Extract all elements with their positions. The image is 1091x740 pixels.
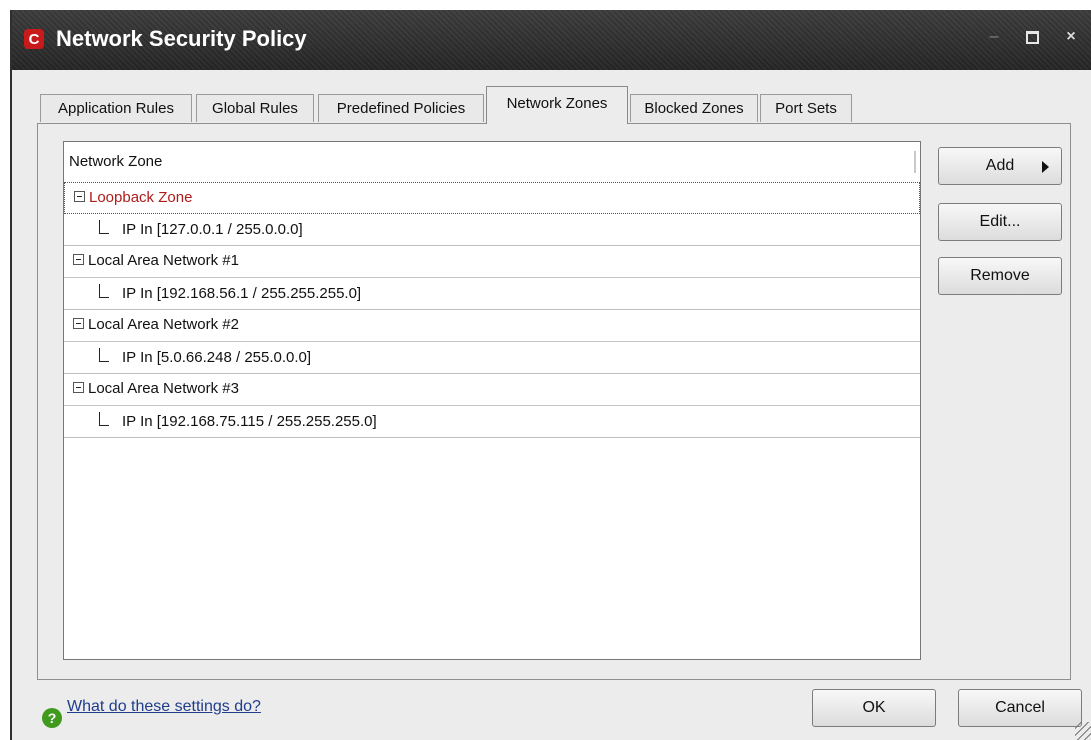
collapse-icon[interactable] [73, 382, 84, 393]
collapse-icon[interactable] [73, 254, 84, 265]
window-title: Network Security Policy [56, 26, 307, 51]
tree-branch-icon [99, 348, 109, 362]
network-zones-panel: Network Zone Loopback Zone IP In [127.0.… [37, 123, 1071, 680]
zone-name: Loopback Zone [89, 189, 193, 206]
top-strip [0, 0, 1091, 10]
tab-blocked-zones[interactable]: Blocked Zones [630, 94, 758, 122]
dialog-window: C Network Security Policy – × Applicatio… [10, 10, 1091, 740]
zone-ip-entry: IP In [5.0.66.248 / 255.0.0.0] [122, 349, 312, 366]
tab-port-sets[interactable]: Port Sets [760, 94, 852, 122]
zone-entry-row[interactable]: IP In [192.168.75.115 / 255.255.255.0] [64, 406, 920, 438]
tree-branch-icon [99, 284, 109, 298]
column-header-network-zone[interactable]: Network Zone [64, 142, 920, 182]
collapse-icon[interactable] [73, 318, 84, 329]
zone-ip-entry: IP In [192.168.56.1 / 255.255.255.0] [122, 285, 362, 302]
add-button[interactable]: Add [938, 147, 1062, 185]
network-zone-list[interactable]: Network Zone Loopback Zone IP In [127.0.… [63, 141, 921, 660]
zone-entry-row[interactable]: IP In [127.0.0.1 / 255.0.0.0] [64, 214, 920, 246]
title-bar[interactable]: C Network Security Policy – × [12, 10, 1091, 70]
zone-ip-entry: IP In [127.0.0.1 / 255.0.0.0] [122, 221, 303, 238]
add-button-label: Add [985, 157, 1015, 174]
zone-entry-row[interactable]: IP In [192.168.56.1 / 255.255.255.0] [64, 278, 920, 310]
tree-branch-icon [99, 220, 109, 234]
tree-branch-icon [99, 412, 109, 426]
zone-entry-row[interactable]: IP In [5.0.66.248 / 255.0.0.0] [64, 342, 920, 374]
help-icon: ? [42, 708, 62, 728]
column-header-label: Network Zone [69, 153, 163, 170]
ok-button[interactable]: OK [812, 689, 936, 727]
collapse-icon[interactable] [74, 191, 85, 202]
close-button[interactable]: × [1059, 24, 1083, 50]
zone-row-loopback[interactable]: Loopback Zone [64, 182, 920, 214]
zone-ip-entry: IP In [192.168.75.115 / 255.255.255.0] [122, 413, 377, 430]
tab-application-rules[interactable]: Application Rules [40, 94, 192, 122]
minimize-button[interactable]: – [982, 24, 1006, 50]
zone-row-lan-1[interactable]: Local Area Network #1 [64, 246, 920, 278]
submenu-arrow-icon [1042, 161, 1049, 173]
app-logo-icon: C [24, 29, 44, 49]
zone-name: Local Area Network #1 [88, 252, 239, 269]
help-link[interactable]: What do these settings do? [67, 698, 261, 716]
zone-name: Local Area Network #2 [88, 316, 239, 333]
maximize-button[interactable] [1020, 24, 1044, 50]
column-divider[interactable] [914, 151, 916, 173]
tab-predefined-policies[interactable]: Predefined Policies [318, 94, 484, 122]
edit-button[interactable]: Edit... [938, 203, 1062, 241]
tab-network-zones[interactable]: Network Zones [486, 86, 628, 124]
tab-global-rules[interactable]: Global Rules [196, 94, 314, 122]
zone-row-lan-2[interactable]: Local Area Network #2 [64, 310, 920, 342]
cancel-button[interactable]: Cancel [958, 689, 1082, 727]
zone-name: Local Area Network #3 [88, 380, 239, 397]
left-edge [0, 10, 10, 740]
zone-row-lan-3[interactable]: Local Area Network #3 [64, 374, 920, 406]
resize-grip-icon[interactable] [1075, 722, 1091, 740]
remove-button[interactable]: Remove [938, 257, 1062, 295]
maximize-icon [1025, 30, 1039, 44]
